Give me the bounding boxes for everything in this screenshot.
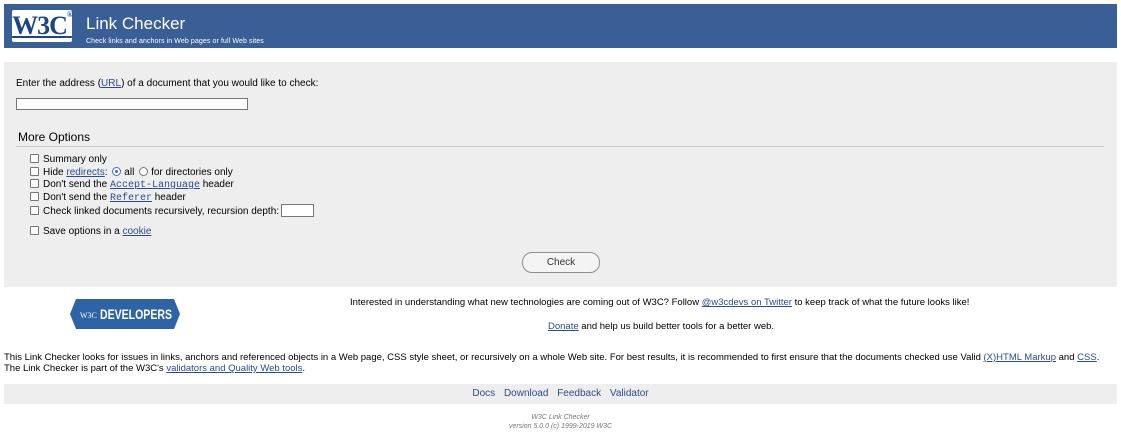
option-recursive: Check linked documents recursively, recu…: [30, 204, 315, 217]
save-label: Save options in a: [43, 226, 123, 237]
recursive-checkbox[interactable]: [30, 206, 39, 215]
about-line-2: The Link Checker is part of the W3C's va…: [4, 363, 1099, 374]
summary-checkbox[interactable]: [30, 154, 39, 163]
about-line-2-end: .: [302, 363, 306, 374]
radio-directories[interactable]: [139, 166, 149, 176]
recursive-label[interactable]: Check linked documents recursively, recu…: [43, 206, 279, 217]
check-button[interactable]: Check: [522, 252, 600, 273]
summary-label[interactable]: Summary only: [43, 154, 107, 165]
about-line-2-text: The Link Checker is part of the W3C's: [4, 363, 167, 374]
check-form: Enter the address (URL) of a document th…: [4, 62, 1117, 287]
option-hide-redirects: Hide redirects: all for directories only: [30, 166, 314, 179]
url-link[interactable]: URL: [101, 78, 121, 89]
referer-link[interactable]: Referer: [110, 193, 152, 204]
footer-link-download[interactable]: Download: [504, 388, 548, 399]
radio-all-label[interactable]: all: [124, 167, 134, 178]
options-divider: [16, 146, 1104, 147]
about-text: This Link Checker looks for issues in li…: [4, 352, 1099, 374]
badge-w3c-text: W3C: [80, 311, 97, 320]
accept-label: Don't send the: [43, 179, 110, 190]
accept-language-link[interactable]: Accept-Language: [110, 180, 200, 191]
header-banner: W3C® Link Checker Check links and anchor…: [4, 4, 1117, 48]
url-prompt-text: Enter the address (: [16, 78, 102, 89]
about-line-1-text: This Link Checker looks for issues in li…: [4, 352, 984, 363]
cookie-link[interactable]: cookie: [123, 226, 152, 237]
referer-checkbox[interactable]: [30, 191, 39, 201]
interest-text: Interested in understanding what new tec…: [350, 297, 969, 308]
app-title: Link Checker: [86, 14, 186, 33]
css-link[interactable]: CSS: [1077, 352, 1097, 363]
radio-directories-label[interactable]: for directories only: [151, 167, 233, 178]
footer-nav: Docs Download Feedback Validator: [4, 384, 1117, 404]
option-save-cookie: Save options in a cookie: [30, 226, 151, 237]
accept-label-end: header: [199, 179, 234, 190]
w3c-logo-text: W3C: [12, 11, 68, 40]
interest-text-start: Interested in understanding what new tec…: [350, 297, 702, 308]
about-and: and: [1056, 352, 1078, 363]
footer-link-validator[interactable]: Validator: [610, 388, 649, 399]
interest-text-end: to keep track of what the future looks l…: [791, 297, 970, 308]
footer-link-docs[interactable]: Docs: [472, 388, 495, 399]
recursion-depth-input[interactable]: [281, 204, 315, 217]
badge-developers-text: DEVELOPERS: [100, 306, 172, 322]
donate-text-end: and help us build better tools for a bet…: [578, 321, 775, 332]
url-prompt: Enter the address (URL) of a document th…: [16, 78, 318, 89]
twitter-link[interactable]: @w3cdevs on Twitter: [702, 297, 792, 308]
colophon-version: version 5.0.0 (c) 1999-2019 W3C: [508, 423, 613, 430]
hide-label: Hide: [43, 166, 67, 178]
footer-link-feedback[interactable]: Feedback: [557, 388, 601, 399]
radio-all[interactable]: [112, 166, 122, 176]
donate-link[interactable]: Donate: [548, 321, 579, 332]
uri-input[interactable]: [16, 98, 248, 110]
accept-language-checkbox[interactable]: [30, 179, 39, 188]
option-accept-language: Don't send the Accept-Language header: [30, 179, 314, 191]
options-list: Summary only Hide redirects: all for dir…: [30, 154, 315, 217]
donate-text: Donate and help us build better tools fo…: [548, 321, 774, 332]
option-referer: Don't send the Referer header: [30, 191, 314, 204]
redirects-link[interactable]: redirects: [66, 167, 104, 178]
hide-redirects-checkbox[interactable]: [30, 166, 39, 176]
w3c-logo[interactable]: W3C®: [12, 10, 73, 42]
colophon: W3C Link Checker version 5.0.0 (c) 1999-…: [4, 413, 1117, 431]
w3c-developers-badge[interactable]: W3C DEVELOPERS: [70, 299, 180, 329]
referer-label-end: header: [151, 191, 186, 203]
more-options-legend: More Options: [18, 130, 91, 144]
registered-mark: ®: [66, 10, 73, 19]
quality-tools-link[interactable]: validators and Quality Web tools: [166, 363, 302, 374]
colophon-title: W3C Link Checker: [531, 414, 590, 421]
url-prompt-text-end: ) of a document that you would like to c…: [121, 78, 319, 89]
option-summary: Summary only: [30, 154, 314, 166]
referer-label: Don't send the: [43, 191, 110, 203]
about-line-1: This Link Checker looks for issues in li…: [4, 352, 1099, 363]
app-subtitle: Check links and anchors in Web pages or …: [86, 38, 264, 45]
hide-colon: :: [104, 166, 108, 178]
save-options-checkbox[interactable]: [30, 226, 39, 235]
html-markup-link[interactable]: (X)HTML Markup: [984, 352, 1057, 363]
about-line-1-end: .: [1096, 352, 1100, 363]
